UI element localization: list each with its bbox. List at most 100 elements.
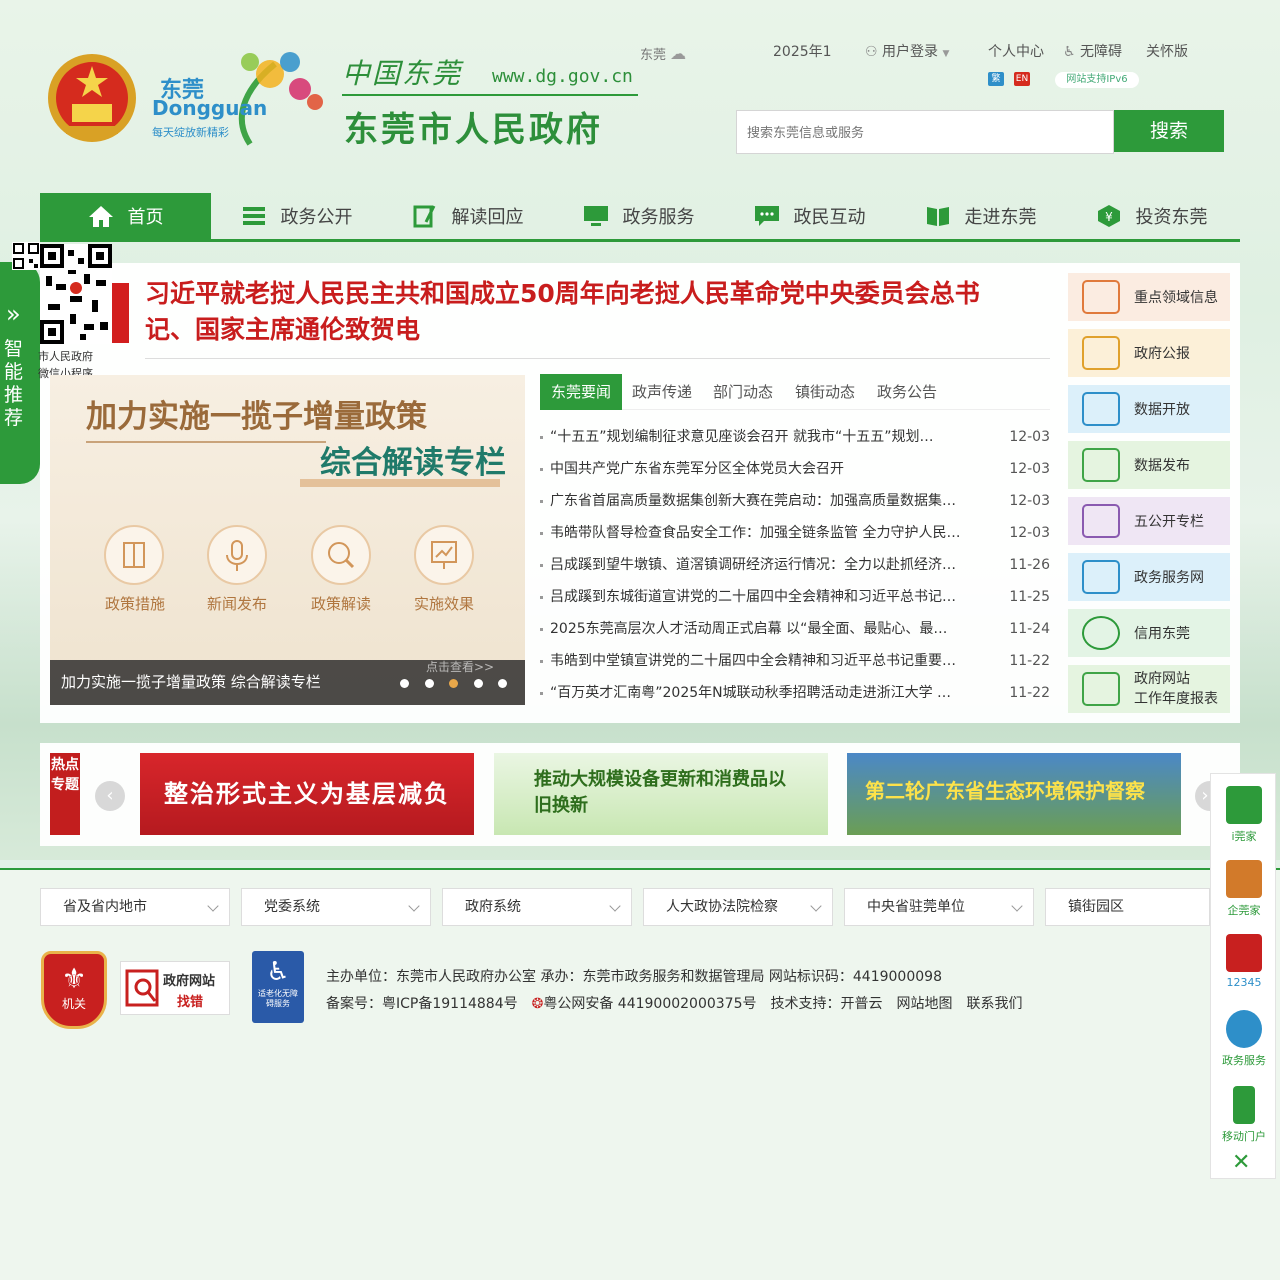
qiguanjia-icon [1226, 860, 1262, 898]
brand-calligraphy: 中国东莞 [342, 57, 463, 90]
tab-town[interactable]: 镇街动态 [795, 374, 855, 410]
news-item[interactable]: “百万英才汇南粤”2025年N城联动秋季招聘活动走进浙江大学 … 11-22 [538, 677, 1050, 709]
float-mobile-portal[interactable]: 移动门户 [1211, 1086, 1277, 1144]
search-button[interactable]: 搜索 [1114, 110, 1224, 152]
nav-home[interactable]: 首页 [40, 193, 211, 239]
banner-equipment-renewal[interactable]: 推动大规模设备更新和消费品以旧换新 [494, 753, 828, 835]
sitemap-link[interactable]: 网站地图 [897, 993, 953, 1013]
news-item[interactable]: 中国共产党广东省东莞军分区全体党员大会召开 12-03 [538, 453, 1050, 485]
tab-department[interactable]: 部门动态 [713, 374, 773, 410]
float-close-button[interactable]: ✕ [1232, 1150, 1250, 1175]
weather-city: 东莞 [640, 48, 667, 63]
gov-name: 东莞市人民政府 [344, 110, 603, 150]
tile-credit-dongguan[interactable]: 信用东莞 [1068, 609, 1230, 657]
elderly-accessibility-badge[interactable]: ♿ 适老化无障碍服务 [252, 951, 304, 1023]
dongguan-logo[interactable]: 东莞 Dongguan 每天绽放新精彩 [150, 44, 330, 152]
slider-dot[interactable] [474, 679, 483, 688]
tile-five-open[interactable]: 五公开专栏 [1068, 497, 1230, 545]
monitor-icon [583, 206, 608, 226]
smart-recommend-tab[interactable]: » 智能推荐 [0, 262, 40, 484]
gov-organ-label: 机关 [61, 997, 86, 1011]
tile-open-data[interactable]: 数据开放 [1068, 385, 1230, 433]
hotline-icon [1226, 934, 1262, 972]
banner-eco-inspection[interactable]: 第二轮广东省生态环境保护督察 [847, 753, 1181, 835]
news-date: 11-22 [1009, 653, 1050, 669]
news-item[interactable]: 2025东莞高层次人才活动周正式启幕 以“最全面、最贴心、最… 11-24 [538, 613, 1050, 645]
feature-slider[interactable]: 加力实施一揽子增量政策 综合解读专栏 政策措施 新闻发布 政策解读 实施效果 加… [50, 375, 525, 705]
personal-center-link[interactable]: 个人中心 [988, 41, 1044, 61]
carousel-prev-button[interactable]: ‹ [95, 781, 125, 811]
find-error-badge[interactable]: 政府网站 找错 [120, 961, 230, 1015]
nav-about-dongguan[interactable]: 走进东莞 [895, 193, 1066, 239]
police-record-link[interactable]: ❂粤公网安备 44190002000375号 [532, 993, 757, 1013]
slider-dot[interactable] [498, 679, 507, 688]
dropdown-government[interactable]: 政府系统 [442, 888, 632, 926]
dropdown-provincial[interactable]: 省及省内地市 [40, 888, 230, 926]
news-item[interactable]: 韦皓到中堂镇宣讲党的二十届四中全会精神和习近平总书记重要… 11-22 [538, 645, 1050, 677]
ipv6-badge: 网站支持IPv6 [1055, 72, 1139, 88]
news-item[interactable]: 韦皓带队督导检查食品安全工作：加强全链条监管 全力守护人民… 12-03 [538, 517, 1050, 549]
news-date: 12-03 [1009, 493, 1050, 509]
slider-dot[interactable] [400, 679, 409, 688]
news-item[interactable]: 吕成蹊到东城街道宣讲党的二十届四中全会精神和习近平总书记… 11-25 [538, 581, 1050, 613]
nav-investment[interactable]: ¥ 投资东莞 [1066, 193, 1237, 239]
tile-data-release[interactable]: 数据发布 [1068, 441, 1230, 489]
tab-announcements[interactable]: 政务公告 [877, 374, 937, 410]
magnifier-icon [125, 969, 159, 1007]
tab-dongguan-news[interactable]: 东莞要闻 [540, 374, 622, 410]
banner-reduce-burden[interactable]: 整治形式主义为基层减负 [140, 753, 474, 835]
nav-home-label: 首页 [127, 207, 164, 228]
news-item[interactable]: 吕成蹊到望牛墩镇、道滘镇调研经济运行情况：全力以赴抓经济… 11-26 [538, 549, 1050, 581]
site-url: www.dg.gov.cn [492, 66, 633, 87]
slide-more-link[interactable]: 点击查看>> [426, 658, 494, 675]
icp-link[interactable]: 备案号：粤ICP备19114884号 [326, 993, 518, 1013]
headline-link[interactable]: 习近平就老挝人民民主共和国成立50周年向老挝人民革命党中央委员会总书记、国家主席… [145, 276, 1025, 348]
dropdown-party[interactable]: 党委系统 [241, 888, 431, 926]
slider-dot-active[interactable] [449, 679, 458, 688]
accessibility-link[interactable]: ♿ 无障碍 [1063, 41, 1122, 61]
tab-gov-voice[interactable]: 政声传递 [632, 374, 692, 410]
nav-interpretation[interactable]: 解读回应 [382, 193, 553, 239]
english-button[interactable]: EN [1014, 72, 1030, 86]
gov-organ-badge[interactable]: ⚜ 机关 [41, 951, 107, 1029]
tile-key-areas[interactable]: 重点领域信息 [1068, 273, 1230, 321]
credit-icon [1082, 616, 1120, 650]
document-icon [1082, 448, 1120, 482]
float-gov-services[interactable]: 政务服务 [1211, 1010, 1277, 1068]
date-text: 2025年1 [773, 44, 832, 60]
login-link[interactable]: ⚇ 用户登录 ▼ [865, 41, 949, 61]
floating-sidebar: i莞家 企莞家 12345 政务服务 移动门户 [1210, 773, 1276, 1179]
float-label: 政务服务 [1222, 1054, 1266, 1067]
contact-link[interactable]: 联系我们 [967, 993, 1023, 1013]
wechat-qr-code[interactable] [40, 244, 112, 344]
chart-board-icon [414, 525, 474, 585]
nav-gov-affairs[interactable]: 政务公开 [211, 193, 382, 239]
float-12345[interactable]: 12345 [1211, 934, 1277, 989]
tile-gazette[interactable]: 政府公报 [1068, 329, 1230, 377]
iguanjia-icon [1226, 786, 1262, 824]
dropdown-towns[interactable]: 镇街园区 [1045, 888, 1210, 926]
news-title: 吕成蹊到东城街道宣讲党的二十届四中全会精神和习近平总书记… [550, 589, 956, 605]
tile-label: 数据开放 [1134, 402, 1190, 418]
tile-annual-report[interactable]: 政府网站 工作年度报表 [1068, 665, 1230, 713]
search-input[interactable] [736, 110, 1114, 154]
news-title: 韦皓带队督导检查食品安全工作：加强全链条监管 全力守护人民… [550, 525, 961, 541]
nav-interaction[interactable]: 政民互动 [724, 193, 895, 239]
traditional-chinese-button[interactable]: 繁 [988, 72, 1004, 86]
nav-gov-services[interactable]: 政务服务 [553, 193, 724, 239]
header-divider [342, 94, 638, 96]
float-qiguanjia[interactable]: 企莞家 [1211, 860, 1277, 918]
news-item[interactable]: “十五五”规划编制征求意见座谈会召开 就我市“十五五”规划… 12-03 [538, 421, 1050, 453]
user-icon: ⚇ [865, 44, 878, 60]
tile-service-network[interactable]: 政务服务网 [1068, 553, 1230, 601]
slider-dot[interactable] [425, 679, 434, 688]
news-item[interactable]: 广东省首届高质量数据集创新大赛在莞启动：加强高质量数据集… 12-03 [538, 485, 1050, 517]
phone-icon [1233, 1086, 1255, 1124]
dropdown-congress[interactable]: 人大政协法院检察 [643, 888, 833, 926]
mini-qr-code[interactable] [12, 242, 40, 270]
dropdown-central-units[interactable]: 中央省驻莞单位 [844, 888, 1034, 926]
float-iguanjia[interactable]: i莞家 [1211, 786, 1277, 844]
care-mode-link[interactable]: 关怀版 [1146, 41, 1188, 61]
document-pen-icon [413, 205, 435, 228]
news-title: “百万英才汇南粤”2025年N城联动秋季招聘活动走进浙江大学 … [550, 685, 952, 701]
